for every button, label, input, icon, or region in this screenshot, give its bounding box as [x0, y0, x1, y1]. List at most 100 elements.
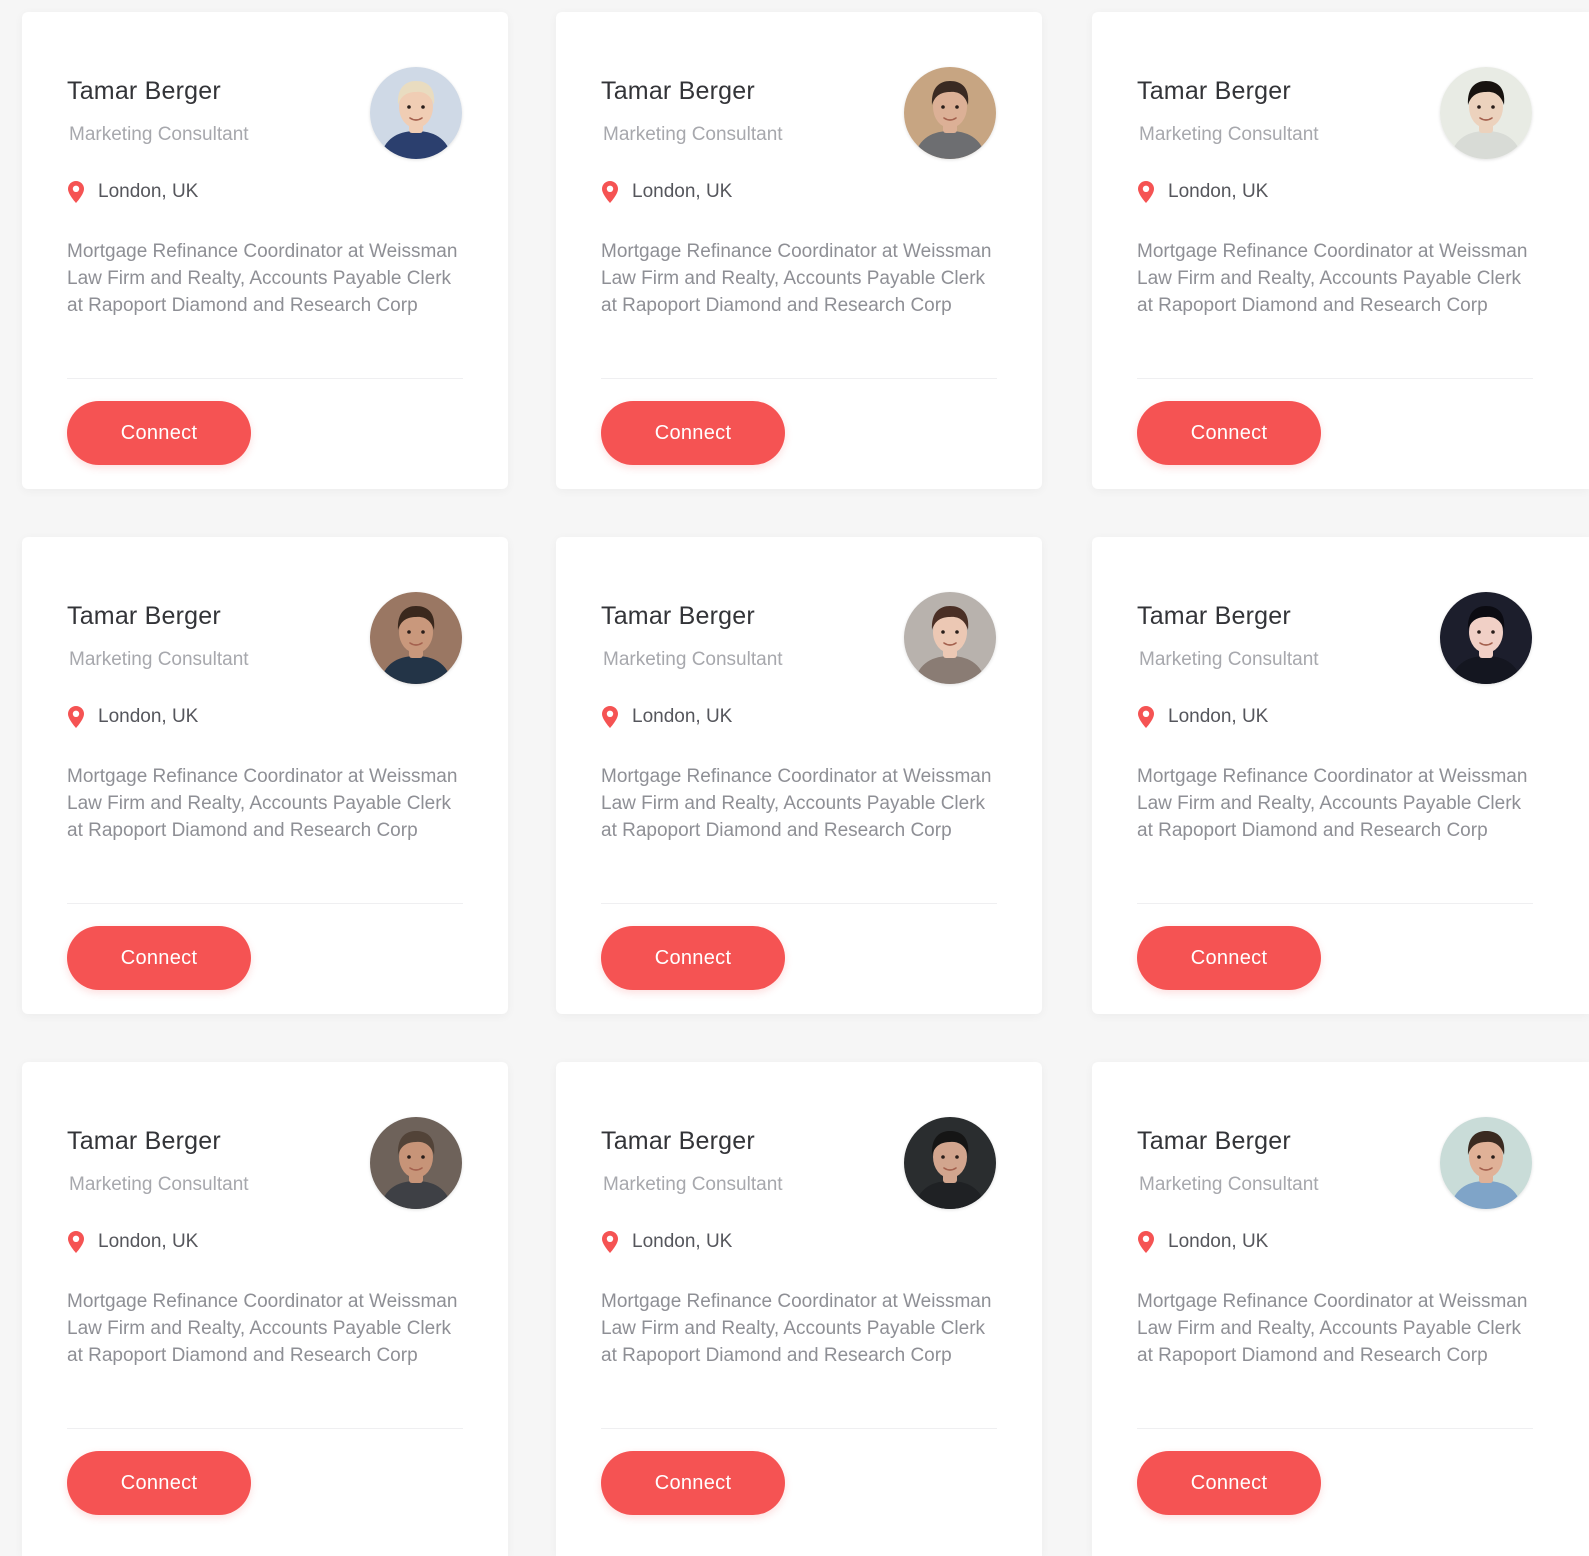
location-text: London, UK: [98, 1231, 199, 1252]
avatar[interactable]: [370, 67, 462, 159]
profile-card: Tamar Berger Marketing Consultant London…: [556, 537, 1042, 1014]
card-header: Tamar Berger Marketing Consultant: [601, 67, 996, 167]
divider: [67, 903, 463, 904]
location: London, UK: [67, 178, 198, 206]
profile-role: Marketing Consultant: [603, 649, 783, 670]
avatar[interactable]: [370, 1117, 462, 1209]
profile-bio: Mortgage Refinance Coordinator at Weissm…: [1137, 766, 1528, 841]
connect-button[interactable]: Connect: [67, 1451, 251, 1515]
profile-role: Marketing Consultant: [1139, 1174, 1319, 1195]
connect-button[interactable]: Connect: [67, 926, 251, 990]
profile-name: Tamar Berger: [601, 77, 755, 105]
map-pin-icon: [601, 1230, 619, 1254]
profile-card-grid: Tamar Berger Marketing Consultant London…: [0, 0, 1589, 1556]
map-pin-icon: [67, 180, 85, 204]
connect-button[interactable]: Connect: [601, 1451, 785, 1515]
profile-name: Tamar Berger: [67, 602, 221, 630]
map-pin-icon: [1137, 180, 1155, 204]
card-header: Tamar Berger Marketing Consultant: [1137, 592, 1532, 692]
profile-role: Marketing Consultant: [603, 124, 783, 145]
location: London, UK: [67, 1228, 198, 1256]
map-pin-icon: [67, 705, 85, 729]
profile-bio: Mortgage Refinance Coordinator at Weissm…: [601, 241, 992, 316]
profile-card: Tamar Berger Marketing Consultant London…: [22, 537, 508, 1014]
connect-button[interactable]: Connect: [601, 926, 785, 990]
avatar[interactable]: [370, 592, 462, 684]
divider: [1137, 1428, 1533, 1429]
location: London, UK: [601, 703, 732, 731]
location-text: London, UK: [1168, 181, 1269, 202]
avatar[interactable]: [904, 1117, 996, 1209]
profile-role: Marketing Consultant: [69, 124, 249, 145]
connect-button[interactable]: Connect: [1137, 1451, 1321, 1515]
location: London, UK: [601, 1228, 732, 1256]
profile-role: Marketing Consultant: [69, 649, 249, 670]
avatar[interactable]: [1440, 67, 1532, 159]
profile-name: Tamar Berger: [67, 1127, 221, 1155]
map-pin-icon: [1137, 1230, 1155, 1254]
location-text: London, UK: [632, 706, 733, 727]
profile-bio: Mortgage Refinance Coordinator at Weissm…: [67, 766, 458, 841]
profile-card: Tamar Berger Marketing Consultant London…: [22, 12, 508, 489]
profile-name: Tamar Berger: [1137, 602, 1291, 630]
card-header: Tamar Berger Marketing Consultant: [1137, 67, 1532, 167]
location-text: London, UK: [632, 181, 733, 202]
avatar[interactable]: [904, 592, 996, 684]
profile-name: Tamar Berger: [1137, 1127, 1291, 1155]
map-pin-icon: [601, 705, 619, 729]
profile-card: Tamar Berger Marketing Consultant London…: [556, 12, 1042, 489]
profile-name: Tamar Berger: [67, 77, 221, 105]
card-header: Tamar Berger Marketing Consultant: [601, 1117, 996, 1217]
map-pin-icon: [601, 180, 619, 204]
location: London, UK: [1137, 1228, 1268, 1256]
profile-bio: Mortgage Refinance Coordinator at Weissm…: [601, 766, 992, 841]
connect-button[interactable]: Connect: [601, 401, 785, 465]
card-header: Tamar Berger Marketing Consultant: [67, 1117, 462, 1217]
divider: [601, 378, 997, 379]
connect-button[interactable]: Connect: [1137, 401, 1321, 465]
profile-name: Tamar Berger: [601, 1127, 755, 1155]
location: London, UK: [1137, 178, 1268, 206]
profile-bio: Mortgage Refinance Coordinator at Weissm…: [67, 1291, 458, 1366]
avatar[interactable]: [1440, 592, 1532, 684]
location-text: London, UK: [1168, 706, 1269, 727]
location: London, UK: [1137, 703, 1268, 731]
divider: [67, 1428, 463, 1429]
profile-bio: Mortgage Refinance Coordinator at Weissm…: [1137, 241, 1528, 316]
location: London, UK: [601, 178, 732, 206]
profile-card: Tamar Berger Marketing Consultant London…: [22, 1062, 508, 1556]
profile-card: Tamar Berger Marketing Consultant London…: [1092, 537, 1589, 1014]
profile-name: Tamar Berger: [601, 602, 755, 630]
connect-button[interactable]: Connect: [1137, 926, 1321, 990]
profile-name: Tamar Berger: [1137, 77, 1291, 105]
divider: [1137, 903, 1533, 904]
map-pin-icon: [67, 1230, 85, 1254]
profile-bio: Mortgage Refinance Coordinator at Weissm…: [67, 241, 458, 316]
divider: [601, 903, 997, 904]
location-text: London, UK: [632, 1231, 733, 1252]
profile-role: Marketing Consultant: [1139, 124, 1319, 145]
profile-bio: Mortgage Refinance Coordinator at Weissm…: [601, 1291, 992, 1366]
profile-role: Marketing Consultant: [69, 1174, 249, 1195]
avatar[interactable]: [904, 67, 996, 159]
profile-bio: Mortgage Refinance Coordinator at Weissm…: [1137, 1291, 1528, 1366]
profile-card: Tamar Berger Marketing Consultant London…: [1092, 1062, 1589, 1556]
map-pin-icon: [1137, 705, 1155, 729]
location-text: London, UK: [98, 181, 199, 202]
avatar[interactable]: [1440, 1117, 1532, 1209]
location-text: London, UK: [1168, 1231, 1269, 1252]
card-header: Tamar Berger Marketing Consultant: [67, 67, 462, 167]
card-header: Tamar Berger Marketing Consultant: [601, 592, 996, 692]
divider: [67, 378, 463, 379]
card-header: Tamar Berger Marketing Consultant: [67, 592, 462, 692]
divider: [601, 1428, 997, 1429]
divider: [1137, 378, 1533, 379]
profile-role: Marketing Consultant: [603, 1174, 783, 1195]
profile-card: Tamar Berger Marketing Consultant London…: [556, 1062, 1042, 1556]
profile-card: Tamar Berger Marketing Consultant London…: [1092, 12, 1589, 489]
card-header: Tamar Berger Marketing Consultant: [1137, 1117, 1532, 1217]
location-text: London, UK: [98, 706, 199, 727]
profile-role: Marketing Consultant: [1139, 649, 1319, 670]
connect-button[interactable]: Connect: [67, 401, 251, 465]
location: London, UK: [67, 703, 198, 731]
